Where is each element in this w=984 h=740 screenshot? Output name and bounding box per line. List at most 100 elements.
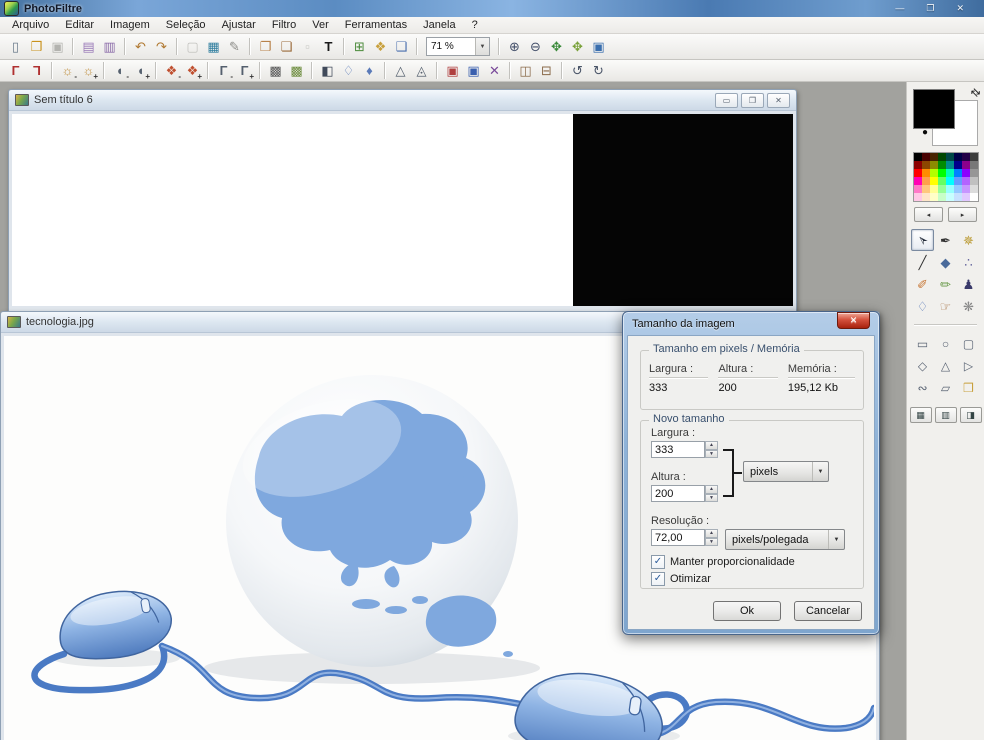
tool-airbrush[interactable]: ∴ xyxy=(957,251,980,273)
photomask-button[interactable]: ◧ xyxy=(317,61,338,80)
tool-deform[interactable]: ❋ xyxy=(957,295,980,317)
color-swatch[interactable] xyxy=(929,177,938,185)
app-minimize-button[interactable]: — xyxy=(895,3,904,14)
color-swatch[interactable] xyxy=(969,161,978,169)
color-swatch[interactable] xyxy=(953,161,962,169)
sharpen-button[interactable]: △ xyxy=(390,61,411,80)
zoom-out-button[interactable]: ⊖ xyxy=(525,37,546,56)
color-swatch[interactable] xyxy=(937,193,946,201)
screen-monitor-button[interactable]: ▣ xyxy=(463,61,484,80)
tool-smudge[interactable]: ☞ xyxy=(934,295,957,317)
rotate-left-button[interactable]: ↺ xyxy=(567,61,588,80)
color-swatch[interactable] xyxy=(953,169,962,177)
shape-diamond[interactable]: ◇ xyxy=(911,355,934,377)
app-titlebar[interactable]: PhotoFiltre — ❐ ✕ xyxy=(0,0,984,17)
menu-ajustar[interactable]: Ajustar xyxy=(214,19,264,31)
resolution-unit-dropdown[interactable]: pixels/polegada ▼ xyxy=(725,529,845,550)
color-swatch[interactable] xyxy=(921,177,930,185)
dialog-close-button[interactable]: ✕ xyxy=(837,311,870,329)
tool-advanced-brush[interactable]: ✏ xyxy=(934,273,957,295)
color-swatch[interactable] xyxy=(961,193,970,201)
resolution-input[interactable] xyxy=(651,529,705,546)
untitled-canvas[interactable] xyxy=(12,114,793,306)
color-swatch[interactable] xyxy=(921,153,930,161)
saturation-plus-button[interactable]: ❖ + xyxy=(182,61,203,81)
ok-button[interactable]: Ok xyxy=(713,601,781,621)
shape-right-triangle[interactable]: ▷ xyxy=(957,355,980,377)
shape-rectangle[interactable]: ▭ xyxy=(911,333,934,355)
selection-option-3-button[interactable]: ◨ xyxy=(959,407,982,423)
rgb-monitor-button[interactable]: ▣ xyxy=(442,61,463,80)
color-swatch[interactable] xyxy=(953,193,962,201)
rotate-right-button[interactable]: ↻ xyxy=(588,61,609,80)
app-restore-button[interactable]: ❐ xyxy=(926,3,934,14)
tool-fill[interactable]: ◆ xyxy=(934,251,957,273)
color-swatch[interactable] xyxy=(945,161,954,169)
color-swatch[interactable] xyxy=(945,169,954,177)
color-swatch[interactable] xyxy=(913,169,922,177)
color-swatch[interactable] xyxy=(937,177,946,185)
tool-brush[interactable]: ✐ xyxy=(911,273,934,295)
selection-option-2-button[interactable]: ▥ xyxy=(934,407,957,423)
tool-line[interactable]: ╱ xyxy=(911,251,934,273)
tool-magic-wand[interactable]: ✵ xyxy=(957,229,980,251)
gamma-minus-button[interactable]: Γ- xyxy=(213,61,234,81)
selection-toggle-button[interactable]: ▫ xyxy=(297,37,318,56)
color-swatch[interactable] xyxy=(953,177,962,185)
checkbox-manter-proporcionalidade[interactable]: ✓ Manter proporcionalidade xyxy=(651,555,795,569)
menu-help[interactable]: ? xyxy=(464,19,486,31)
unit-dropdown[interactable]: pixels ▼ xyxy=(743,461,829,482)
shape-triangle[interactable]: △ xyxy=(934,355,957,377)
text-tool-button[interactable]: T xyxy=(318,37,339,56)
save-disk-button[interactable]: ▣ xyxy=(47,37,68,56)
color-swatch[interactable] xyxy=(953,185,962,193)
color-swatch[interactable] xyxy=(969,169,978,177)
new-document-button[interactable]: ▯ xyxy=(5,37,26,56)
duplicate-image-button[interactable]: ❐ xyxy=(255,37,276,56)
reinforce-button[interactable]: ◬ xyxy=(411,61,432,80)
color-swatch[interactable] xyxy=(913,185,922,193)
zoom-level-combo[interactable]: 71 % ▼ xyxy=(426,37,490,56)
color-swatch[interactable] xyxy=(945,153,954,161)
color-swatch[interactable] xyxy=(937,169,946,177)
grayscale-button[interactable]: ▩ xyxy=(265,61,286,80)
selection-option-1-button[interactable]: ▦ xyxy=(909,407,932,423)
spin-up-icon[interactable]: ▲ xyxy=(705,529,718,538)
shape-lasso[interactable]: ∾ xyxy=(911,377,934,399)
colorize-button[interactable]: ▩ xyxy=(286,61,307,80)
color-swatch[interactable] xyxy=(953,153,962,161)
menu-imagem[interactable]: Imagem xyxy=(102,19,158,31)
color-swatch[interactable] xyxy=(961,153,970,161)
palette-next-button[interactable]: ▸ xyxy=(948,207,977,222)
auto-levels-button[interactable]: Γ xyxy=(5,61,26,80)
color-swatch[interactable] xyxy=(913,177,922,185)
color-swatch[interactable] xyxy=(961,161,970,169)
color-swatch[interactable] xyxy=(937,161,946,169)
menu-editar[interactable]: Editar xyxy=(57,19,102,31)
saturation-minus-button[interactable]: ❖ - xyxy=(161,61,182,81)
menu-selecao[interactable]: Seleção xyxy=(158,19,214,31)
undo-button[interactable]: ↶ xyxy=(130,37,151,56)
auto-contrast-button[interactable]: Γ xyxy=(26,61,47,80)
color-swatch[interactable] xyxy=(945,185,954,193)
canvas-size-button[interactable]: ✎ xyxy=(224,37,245,56)
color-swatch[interactable] xyxy=(929,193,938,201)
image-size-button[interactable]: ▦ xyxy=(203,37,224,56)
paste-as-image-button[interactable]: ▢ xyxy=(182,37,203,56)
gamma-plus-button[interactable]: Γ + xyxy=(234,61,255,81)
app-close-button[interactable]: ✕ xyxy=(956,3,964,14)
redo-button[interactable]: ↷ xyxy=(151,37,172,56)
combo-arrow-icon[interactable]: ▼ xyxy=(475,38,489,55)
automate-button[interactable]: ❖ xyxy=(370,37,391,56)
color-swatch[interactable] xyxy=(937,153,946,161)
spin-up-icon[interactable]: ▲ xyxy=(705,441,718,450)
color-swatch[interactable] xyxy=(945,177,954,185)
shape-rounded-rectangle[interactable]: ▢ xyxy=(957,333,980,355)
untitled-window-titlebar[interactable]: Sem título 6 ▭ ❐ ✕ xyxy=(9,90,796,111)
color-swatch[interactable] xyxy=(961,185,970,193)
tool-clone-stamp[interactable]: ♟ xyxy=(957,273,980,295)
menu-ver[interactable]: Ver xyxy=(304,19,337,31)
color-swatch[interactable] xyxy=(921,169,930,177)
print-button[interactable]: ▤ xyxy=(78,37,99,56)
antialias-button[interactable]: ✕ xyxy=(484,61,505,80)
